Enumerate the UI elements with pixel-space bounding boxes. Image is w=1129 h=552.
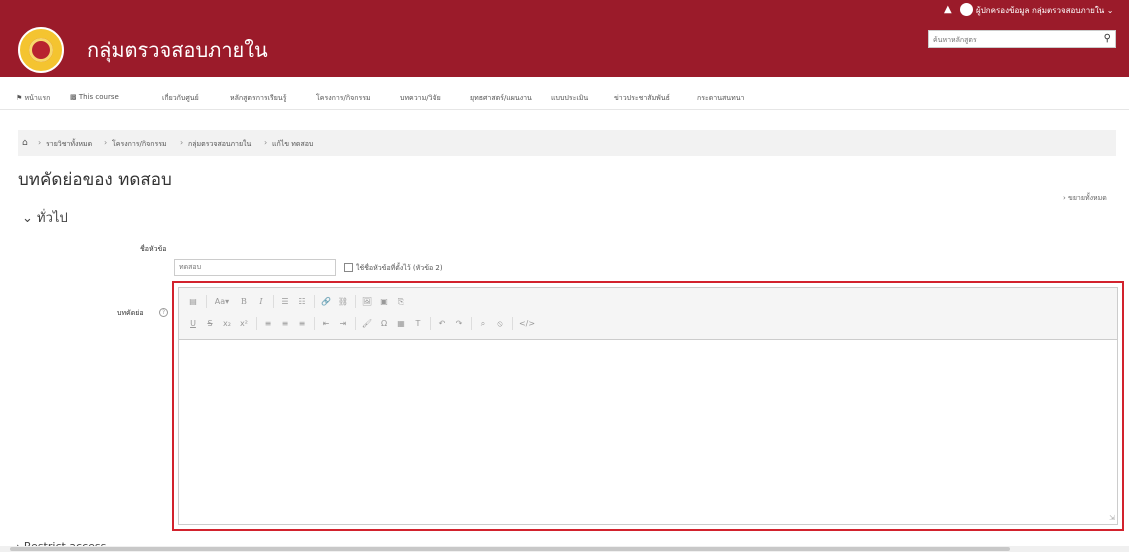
accessibility-checker-button[interactable]: ⌕ xyxy=(476,317,490,330)
insert-media-button[interactable]: ▣ xyxy=(377,295,391,308)
redo-button[interactable]: ↷ xyxy=(452,317,466,330)
equation-button[interactable]: 🖌 xyxy=(360,317,374,330)
toolbar-separator xyxy=(206,295,207,308)
search-input[interactable] xyxy=(933,33,1093,46)
nav-evaluation[interactable]: แบบประเมิน xyxy=(551,93,588,104)
site-logo[interactable] xyxy=(18,27,64,73)
editor-toolbar: ▤ Aa▾ B I ☰ ☷ 🔗 ⛓ 🖼 ▣ ⎘ U S x₂ x² ≡ ≡ ≡ … xyxy=(179,288,1117,340)
site-title[interactable]: กลุ่มตรวจสอบภายใน xyxy=(87,34,268,66)
summary-editor-highlight: ▤ Aa▾ B I ☰ ☷ 🔗 ⛓ 🖼 ▣ ⎘ U S x₂ x² ≡ ≡ ≡ … xyxy=(172,281,1124,531)
toolbar-separator xyxy=(314,295,315,308)
toolbar-separator xyxy=(273,295,274,308)
user-avatar[interactable] xyxy=(960,3,973,16)
summary-editor: ▤ Aa▾ B I ☰ ☷ 🔗 ⛓ 🖼 ▣ ⎘ U S x₂ x² ≡ ≡ ≡ … xyxy=(178,287,1118,525)
nav-curriculum[interactable]: หลักสูตรการเรียนรู้ xyxy=(230,93,286,104)
summary-label: บทคัดย่อ xyxy=(117,309,144,317)
use-default-name-checkbox[interactable] xyxy=(344,263,353,272)
top-bar: ▲ ผู้ปกครองข้อมูล กลุ่มตรวจสอบภายใน ⌄ xyxy=(0,0,1129,20)
breadcrumb-projects[interactable]: โครงการ/กิจกรรม xyxy=(112,139,167,150)
align-left-button[interactable]: ≡ xyxy=(261,317,275,330)
home-icon[interactable]: ⌂ xyxy=(22,138,28,148)
horizontal-scrollbar[interactable] xyxy=(0,546,1129,552)
nav-strategy[interactable]: ยุทธศาสตร์/แผนงาน xyxy=(470,93,532,104)
section-general-header[interactable]: ⌄ ทั่วไป xyxy=(22,207,68,228)
resize-handle-icon[interactable]: ⇲ xyxy=(1109,514,1115,522)
nav-news[interactable]: ข่าวประชาสัมพันธ์ xyxy=(614,93,670,104)
user-name: ผู้ปกครองข้อมูล กลุ่มตรวจสอบภายใน xyxy=(976,6,1105,15)
nav-forum[interactable]: กระดานสนทนา xyxy=(697,93,744,104)
main-nav: ⚑ หน้าแรก ▩ This course เกี่ยวกับศูนย์ ห… xyxy=(0,84,1129,110)
outdent-button[interactable]: ⇤ xyxy=(319,317,333,330)
toolbar-toggle-button[interactable]: ▤ xyxy=(186,295,200,308)
align-center-button[interactable]: ≡ xyxy=(278,317,292,330)
italic-button[interactable]: I xyxy=(254,295,268,308)
breadcrumb: ⌂ › รายวิชาทั้งหมด › โครงการ/กิจกรรม › ก… xyxy=(18,130,1116,156)
breadcrumb-separator: › xyxy=(180,138,184,147)
search-icon[interactable]: ⚲ xyxy=(1104,33,1111,44)
link-button[interactable]: 🔗 xyxy=(319,295,333,308)
toolbar-separator xyxy=(314,317,315,330)
indent-button[interactable]: ⇥ xyxy=(336,317,350,330)
toolbar-separator xyxy=(430,317,431,330)
superscript-button[interactable]: x² xyxy=(237,317,251,330)
nav-home[interactable]: ⚑ หน้าแรก xyxy=(16,93,50,104)
use-default-name-label[interactable]: ใช้ชื่อหัวข้อที่ตั้งไว้ (หัวข้อ 2) xyxy=(356,263,443,274)
ordered-list-button[interactable]: ☷ xyxy=(295,295,309,308)
manage-files-button[interactable]: ⎘ xyxy=(394,295,408,308)
align-right-button[interactable]: ≡ xyxy=(295,317,309,330)
notification-bell-icon[interactable]: ▲ xyxy=(944,4,954,15)
nav-about[interactable]: เกี่ยวกับศูนย์ xyxy=(162,93,199,104)
breadcrumb-all-courses[interactable]: รายวิชาทั้งหมด xyxy=(46,139,92,150)
scrollbar-thumb[interactable] xyxy=(10,547,1010,551)
user-menu[interactable]: ผู้ปกครองข้อมูล กลุ่มตรวจสอบภายใน ⌄ xyxy=(976,4,1114,17)
course-search-box: ⚲ xyxy=(928,30,1116,48)
underline-button[interactable]: U xyxy=(186,317,200,330)
unordered-list-button[interactable]: ☰ xyxy=(278,295,292,308)
special-character-button[interactable]: Ω xyxy=(377,317,391,330)
page-title: บทคัดย่อของ ทดสอบ xyxy=(18,170,172,190)
table-button[interactable]: ▦ xyxy=(394,317,408,330)
unlink-button[interactable]: ⛓ xyxy=(336,295,350,308)
breadcrumb-separator: › xyxy=(264,138,268,147)
toolbar-separator xyxy=(471,317,472,330)
breadcrumb-separator: › xyxy=(104,138,108,147)
subscript-button[interactable]: x₂ xyxy=(220,317,234,330)
undo-button[interactable]: ↶ xyxy=(435,317,449,330)
screenreader-helper-button[interactable]: ⦸ xyxy=(493,317,507,330)
breadcrumb-current: แก้ไข ทดสอบ xyxy=(272,140,314,148)
section-name-label: ชื่อหัวข้อ xyxy=(140,245,167,253)
bold-button[interactable]: B xyxy=(237,295,251,308)
html-source-button[interactable]: </> xyxy=(517,317,537,330)
nav-articles[interactable]: บทความ/วิจัย xyxy=(400,93,441,104)
insert-image-button[interactable]: 🖼 xyxy=(360,295,374,308)
toolbar-separator xyxy=(512,317,513,330)
toolbar-separator xyxy=(355,317,356,330)
expand-all-link[interactable]: › ขยายทั้งหมด xyxy=(1063,193,1107,204)
clear-formatting-button[interactable]: T xyxy=(411,317,425,330)
breadcrumb-separator: › xyxy=(38,138,42,147)
strikethrough-button[interactable]: S xyxy=(203,317,217,330)
toolbar-separator xyxy=(256,317,257,330)
nav-this-course[interactable]: ▩ This course xyxy=(70,93,119,101)
section-name-input[interactable] xyxy=(174,259,336,276)
paragraph-style-button[interactable]: Aa▾ xyxy=(211,295,233,308)
chevron-down-icon: ⌄ xyxy=(1106,6,1114,15)
nav-projects[interactable]: โครงการ/กิจกรรม xyxy=(316,93,371,104)
breadcrumb-course[interactable]: กลุ่มตรวจสอบภายใน xyxy=(188,139,251,150)
help-icon[interactable]: ? xyxy=(159,308,168,317)
toolbar-separator xyxy=(355,295,356,308)
